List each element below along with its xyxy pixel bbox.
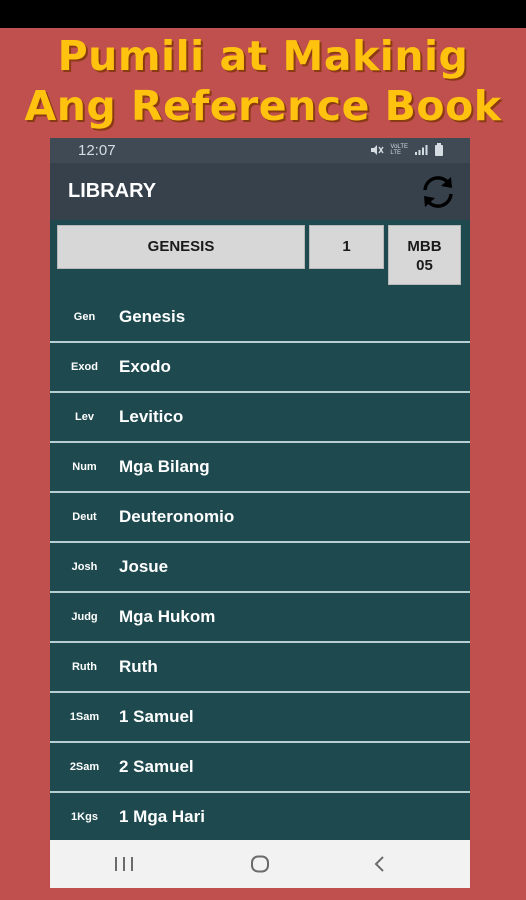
- book-abbreviation: Num: [72, 461, 97, 473]
- book-list-item[interactable]: Josh Josue: [50, 543, 470, 593]
- book-abbreviation: 1Kgs: [71, 811, 98, 823]
- book-name: Genesis: [119, 307, 186, 326]
- book-list-item[interactable]: Exod Exodo: [50, 343, 470, 393]
- book-name: Josue: [119, 557, 169, 576]
- book-list: Gen Genesis Exod Exodo Lev Levitico Num …: [50, 293, 470, 843]
- book-abbreviation: Exod: [71, 361, 98, 373]
- volte-lte-icon: VoLTE LTE: [390, 144, 408, 156]
- book-name: 2 Samuel: [119, 757, 194, 776]
- app-bar: LIBRARY: [50, 163, 470, 220]
- book-list-item[interactable]: 2Sam 2 Samuel: [50, 743, 470, 793]
- book-abbreviation: 1Sam: [69, 711, 100, 723]
- book-list-item[interactable]: 1Sam 1 Samuel: [50, 693, 470, 743]
- book-abbreviation: Gen: [73, 311, 96, 323]
- book-abbreviation: 2Sam: [69, 761, 100, 773]
- book-abbreviation: Josh: [71, 561, 98, 573]
- book-abbreviation: Lev: [75, 411, 94, 423]
- lte-label: LTE: [390, 149, 401, 156]
- book-abbreviation: Ruth: [71, 661, 98, 673]
- promo-title-line-2: Ang Reference Book: [24, 82, 502, 130]
- home-icon[interactable]: [248, 855, 272, 873]
- book-list-item[interactable]: Ruth Ruth: [50, 643, 470, 693]
- chapter-select-button[interactable]: 1: [309, 225, 384, 269]
- book-name: Ruth: [119, 657, 158, 676]
- book-select-button[interactable]: GENESIS: [57, 225, 305, 269]
- status-bar: 12:07 VoLTE LTE: [50, 138, 470, 163]
- signal-icon: [415, 144, 428, 155]
- mute-icon: [371, 144, 385, 155]
- version-select-button[interactable]: MBB 05: [388, 225, 461, 285]
- book-list-item[interactable]: Gen Genesis: [50, 293, 470, 343]
- promo-title-line-1: Pumili at Makinig: [57, 32, 469, 80]
- book-name: Levitico: [119, 407, 184, 426]
- book-name: Deuteronomio: [119, 507, 235, 526]
- book-name: Exodo: [119, 357, 171, 376]
- top-black-bar: [0, 0, 526, 28]
- book-list-item[interactable]: Judg Mga Hukom: [50, 593, 470, 643]
- book-abbreviation: Judg: [71, 611, 98, 623]
- refresh-icon[interactable]: [418, 172, 458, 212]
- version-line-1: MBB: [407, 238, 442, 255]
- book-name: Mga Bilang: [119, 457, 210, 476]
- back-icon[interactable]: [370, 855, 390, 873]
- phone-screen: 12:07 VoLTE LTE LIBRARY GENESIS 1 MBB 05…: [50, 138, 470, 888]
- battery-icon: [435, 143, 443, 156]
- version-line-2: 05: [416, 257, 433, 274]
- recents-icon[interactable]: [112, 855, 136, 873]
- status-time: 12:07: [78, 142, 116, 159]
- book-name: Mga Hukom: [119, 607, 216, 626]
- book-list-item[interactable]: 1Kgs 1 Mga Hari: [50, 793, 470, 843]
- book-list-item[interactable]: Lev Levitico: [50, 393, 470, 443]
- book-abbreviation: Deut: [72, 511, 97, 523]
- page-title: LIBRARY: [68, 180, 157, 202]
- status-icons: VoLTE LTE: [370, 143, 444, 156]
- selector-bar: GENESIS 1 MBB 05: [50, 220, 470, 292]
- book-name: 1 Samuel: [119, 707, 194, 726]
- system-nav-bar: [50, 840, 470, 888]
- book-list-item[interactable]: Num Mga Bilang: [50, 443, 470, 493]
- book-name: 1 Mga Hari: [119, 807, 205, 826]
- book-list-item[interactable]: Deut Deuteronomio: [50, 493, 470, 543]
